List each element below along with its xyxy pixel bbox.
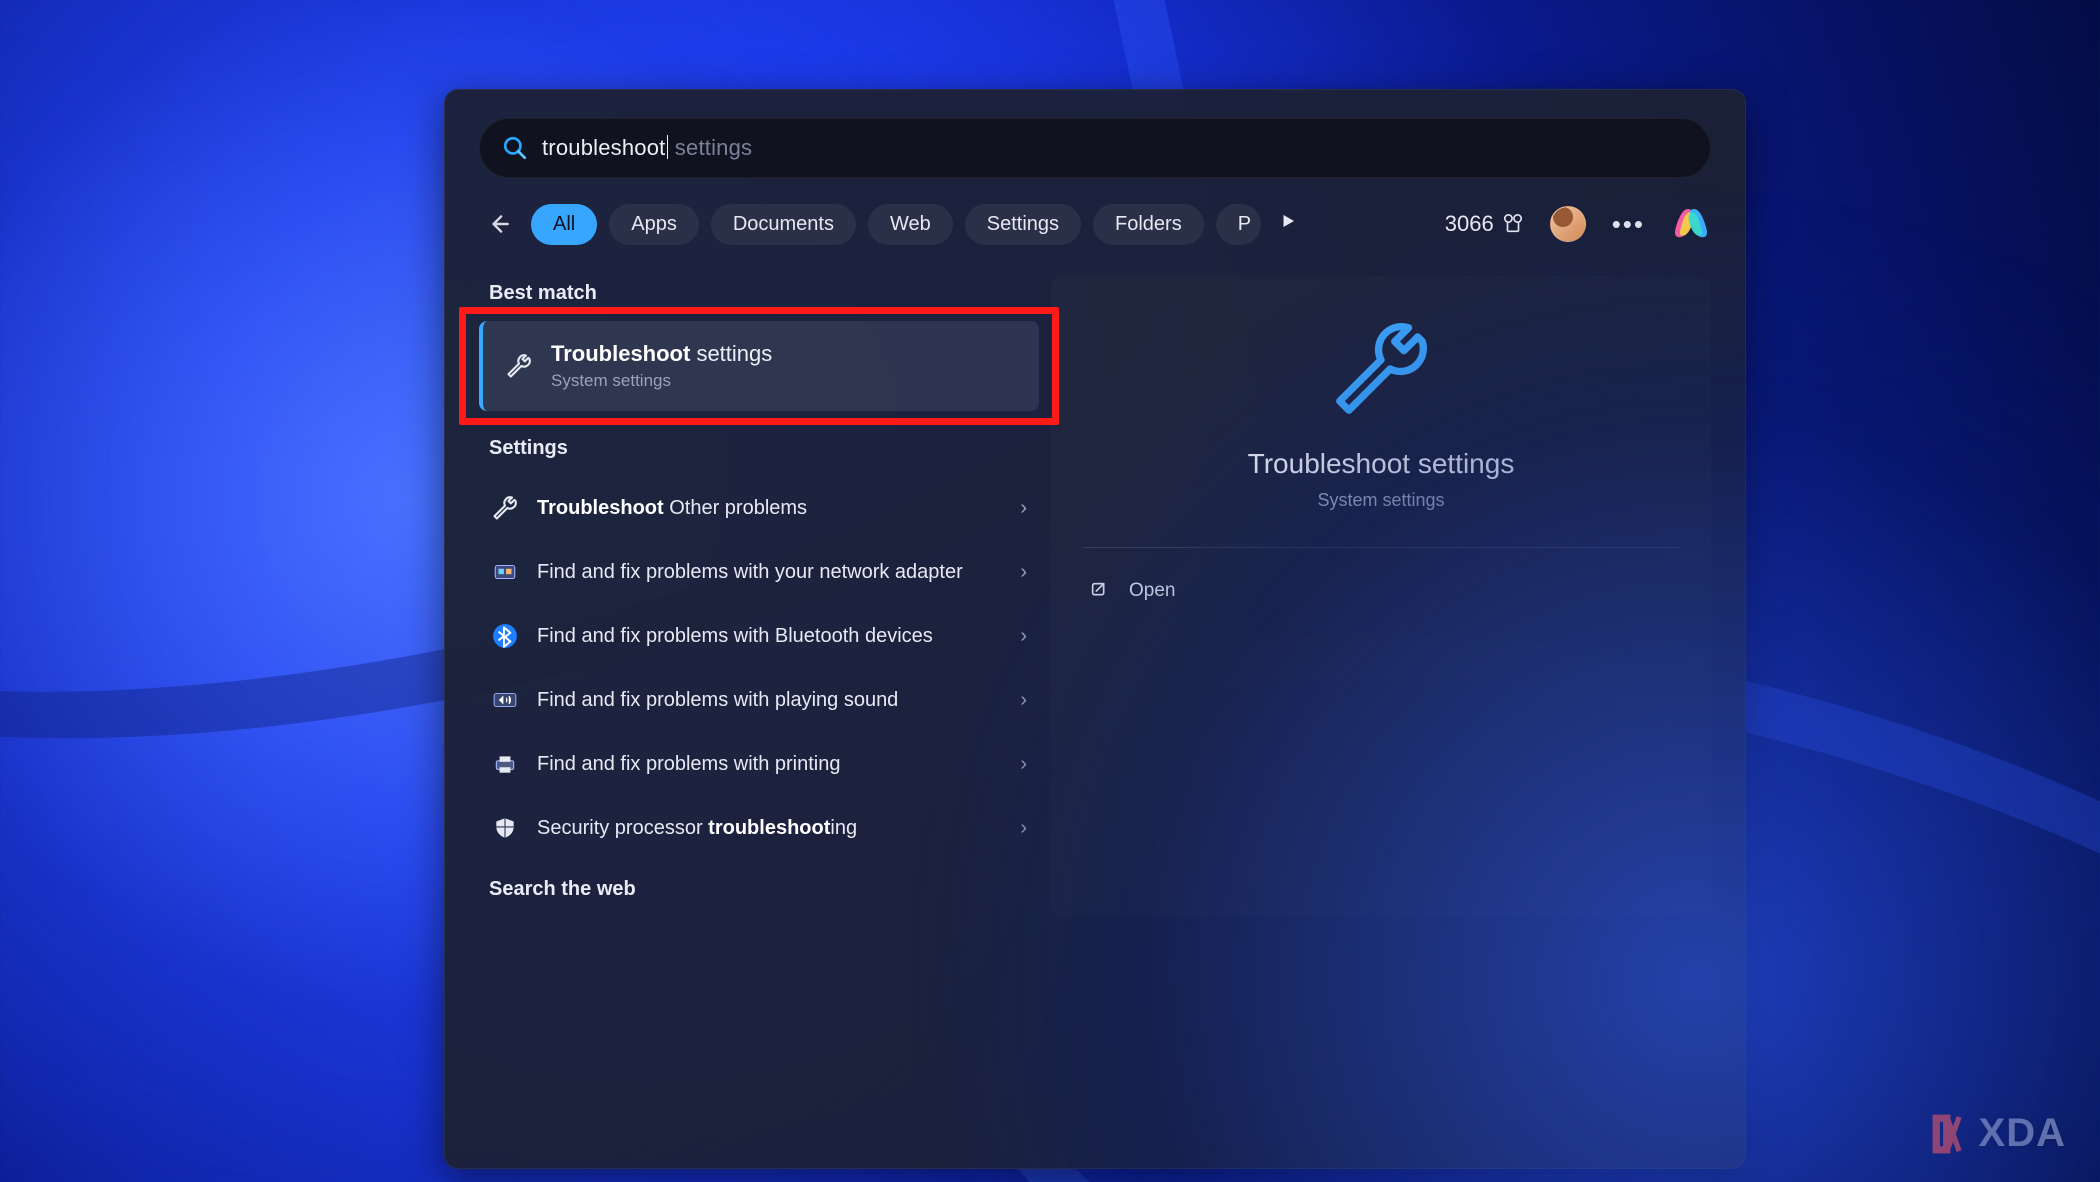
sound-icon	[491, 686, 519, 714]
divider	[1083, 547, 1679, 548]
filter-folders[interactable]: Folders	[1093, 204, 1204, 245]
filter-settings[interactable]: Settings	[965, 204, 1081, 245]
result-label: Find and fix problems with printing	[537, 751, 1002, 778]
preview-icon-wrap	[1081, 314, 1681, 424]
open-icon	[1089, 580, 1111, 602]
chevron-right-icon: ›	[1020, 561, 1027, 584]
xda-watermark: XDA	[1931, 1111, 2066, 1156]
rewards-icon	[1502, 213, 1524, 235]
search-web-header: Search the web	[489, 878, 1039, 901]
settings-result-network[interactable]: Find and fix problems with your network …	[479, 540, 1039, 604]
settings-header: Settings	[489, 437, 1039, 460]
settings-result-bluetooth[interactable]: Find and fix problems with Bluetooth dev…	[479, 604, 1039, 668]
network-icon	[491, 558, 519, 586]
result-label: Find and fix problems with playing sound	[537, 687, 1002, 714]
search-text: troubleshoot settings	[542, 135, 752, 161]
chevron-right-icon: ›	[1020, 497, 1027, 520]
bluetooth-icon	[491, 622, 519, 650]
best-match-result[interactable]: Troubleshoot settings System settings	[479, 321, 1039, 411]
wallpaper-shape	[920, 514, 2100, 1182]
rewards-points[interactable]: 3066	[1445, 211, 1524, 237]
filter-web[interactable]: Web	[868, 204, 953, 245]
best-match-header: Best match	[489, 282, 1039, 305]
preview-pane: Troubleshoot settings System settings Op…	[1051, 276, 1711, 917]
back-button[interactable]	[479, 211, 519, 237]
settings-result-troubleshoot-other[interactable]: Troubleshoot Other problems ›	[479, 476, 1039, 540]
result-label: Security processor troubleshooting	[537, 815, 1002, 842]
filter-documents[interactable]: Documents	[711, 204, 856, 245]
start-search-panel: troubleshoot settings All Apps Documents…	[444, 89, 1746, 1169]
best-match-title: Troubleshoot settings	[551, 341, 772, 367]
copilot-icon[interactable]	[1671, 204, 1711, 244]
printer-icon	[491, 750, 519, 778]
filter-row: All Apps Documents Web Settings Folders …	[479, 200, 1711, 248]
open-action[interactable]: Open	[1081, 566, 1681, 616]
chevron-right-icon: ›	[1020, 689, 1027, 712]
chevron-right-icon: ›	[1020, 753, 1027, 776]
settings-result-security[interactable]: Security processor troubleshooting ›	[479, 796, 1039, 860]
shield-icon	[491, 814, 519, 842]
preview-title: Troubleshoot settings	[1081, 448, 1681, 480]
user-avatar[interactable]	[1550, 206, 1586, 242]
result-label: Find and fix problems with your network …	[537, 559, 1002, 586]
chevron-right-icon: ›	[1020, 625, 1027, 648]
filter-all[interactable]: All	[531, 204, 597, 245]
open-label: Open	[1129, 580, 1175, 602]
search-input[interactable]: troubleshoot settings	[479, 118, 1711, 178]
results-column: Best match Troubleshoot settings System …	[479, 276, 1039, 917]
chevron-right-icon: ›	[1020, 817, 1027, 840]
result-label: Find and fix problems with Bluetooth dev…	[537, 623, 1002, 650]
xda-logo-icon	[1931, 1113, 1973, 1155]
filter-apps[interactable]: Apps	[609, 204, 699, 245]
result-label: Troubleshoot Other problems	[537, 495, 1002, 522]
more-options-button[interactable]: •••	[1612, 209, 1645, 240]
preview-subtitle: System settings	[1081, 490, 1681, 511]
settings-result-printing[interactable]: Find and fix problems with printing ›	[479, 732, 1039, 796]
filter-more[interactable]: P	[1216, 204, 1261, 245]
best-match-subtitle: System settings	[551, 371, 772, 391]
search-icon	[502, 135, 528, 161]
wrench-icon	[505, 352, 533, 380]
play-icon[interactable]	[1279, 212, 1297, 236]
wrench-icon	[491, 494, 519, 522]
settings-result-sound[interactable]: Find and fix problems with playing sound…	[479, 668, 1039, 732]
wrench-large-icon	[1326, 314, 1436, 424]
